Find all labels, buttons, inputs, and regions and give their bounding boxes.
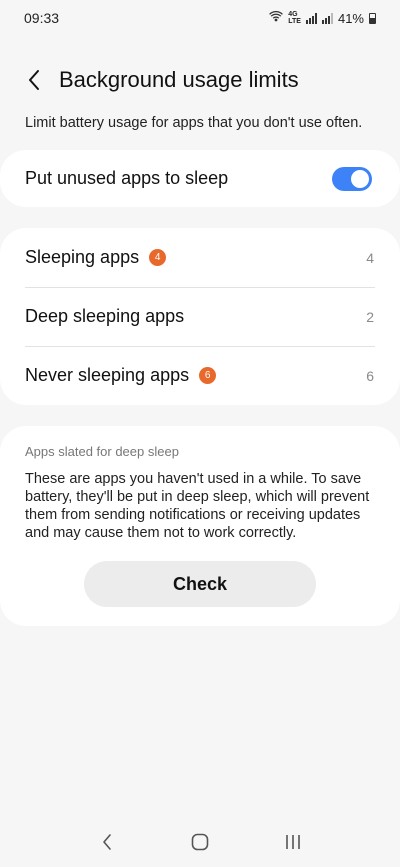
nav-home-button[interactable]	[180, 822, 220, 862]
app-count: 4	[366, 249, 374, 266]
nav-back-icon	[102, 834, 111, 850]
network-type-top: 4G	[288, 11, 298, 18]
network-type: 4G LTE	[288, 11, 301, 25]
status-time: 09:33	[24, 10, 60, 26]
nav-recents-button[interactable]	[273, 822, 313, 862]
app-count: 2	[366, 308, 374, 325]
app-header: Background usage limits	[0, 58, 400, 102]
back-button[interactable]	[12, 58, 56, 102]
app-count: 6	[366, 367, 374, 384]
nav-home-icon	[191, 833, 209, 851]
sleep-toggle-card[interactable]: Put unused apps to sleep	[0, 150, 400, 207]
hotspot-icon	[269, 10, 284, 26]
page-title: Background usage limits	[59, 67, 299, 92]
nav-back-button[interactable]	[87, 822, 127, 862]
new-apps-badge: 4	[149, 249, 167, 266]
new-apps-badge: 6	[199, 367, 217, 384]
app-lists-card: Sleeping apps 4 4 Deep sleeping apps 2 N…	[0, 228, 400, 405]
status-bar: 09:33 4G LTE 41%	[0, 0, 400, 36]
network-type-bottom: LTE	[288, 18, 301, 25]
back-arrow-icon	[29, 70, 39, 90]
never-sleeping-apps-row[interactable]: Never sleeping apps 6 6	[0, 346, 400, 405]
info-heading: Apps slated for deep sleep	[25, 444, 179, 459]
row-label: Never sleeping apps	[25, 365, 190, 385]
sleep-toggle-switch[interactable]	[332, 166, 372, 191]
deep-sleeping-apps-row[interactable]: Deep sleeping apps 2	[0, 287, 400, 346]
sleeping-apps-row[interactable]: Sleeping apps 4 4	[0, 228, 400, 287]
switch-knob	[351, 169, 369, 188]
battery-icon	[369, 12, 376, 24]
sleep-toggle-label: Put unused apps to sleep	[25, 168, 229, 188]
page-description: Limit battery usage for apps that you do…	[25, 115, 363, 131]
row-label: Deep sleeping apps	[25, 306, 185, 326]
info-body: These are apps you haven't used in a whi…	[25, 471, 370, 541]
signal-icon	[305, 12, 317, 24]
status-icons: 4G LTE 41%	[269, 10, 376, 26]
deep-sleep-info-card: Apps slated for deep sleep These are app…	[0, 426, 400, 626]
check-button[interactable]: Check	[84, 561, 316, 607]
battery-percentage: 41%	[337, 10, 364, 26]
signal-icon	[321, 12, 333, 24]
row-label: Sleeping apps	[25, 247, 140, 267]
navigation-bar	[0, 817, 400, 867]
nav-recents-icon	[286, 835, 301, 849]
